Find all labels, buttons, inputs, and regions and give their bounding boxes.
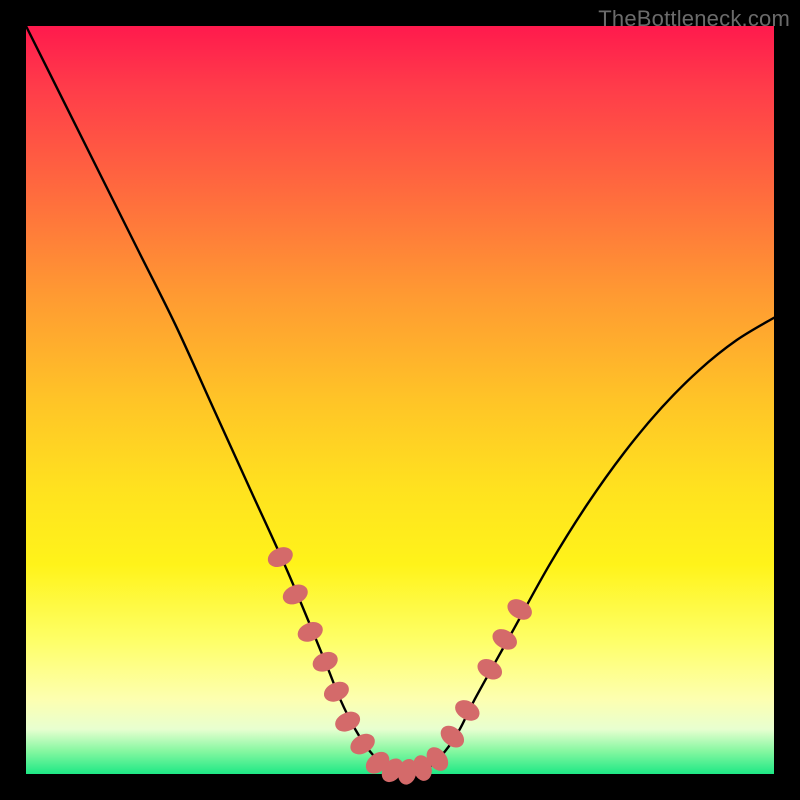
curve-marker xyxy=(295,619,326,646)
marker-group xyxy=(265,544,536,787)
curve-marker xyxy=(265,544,296,571)
curve-marker xyxy=(452,696,484,725)
curve-marker xyxy=(437,721,469,751)
curve-marker xyxy=(280,581,311,608)
curve-marker xyxy=(332,708,363,735)
bottleneck-curve xyxy=(26,26,774,775)
curve-marker xyxy=(489,625,520,653)
curve-marker xyxy=(310,649,341,676)
curve-marker xyxy=(474,655,505,683)
outer-frame: TheBottleneck.com xyxy=(0,0,800,800)
curve-svg xyxy=(26,26,774,774)
curve-marker xyxy=(321,678,352,705)
plot-area xyxy=(26,26,774,774)
